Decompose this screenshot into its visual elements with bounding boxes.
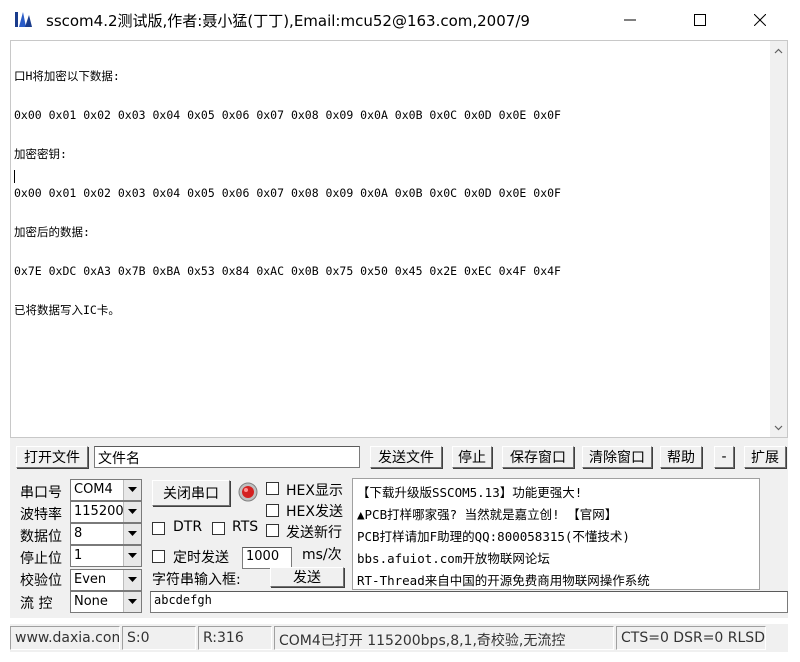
maximize-icon — [694, 14, 706, 26]
chevron-down-icon — [123, 592, 141, 612]
hex-display-label: HEX显示 — [286, 483, 343, 499]
chevron-down-icon — [123, 502, 141, 522]
port-status-led-icon — [238, 482, 258, 502]
baud-label: 波特率 — [20, 507, 62, 523]
databits-value: 8 — [74, 526, 83, 541]
receive-line: 加密后的数据: — [14, 225, 90, 239]
hex-send-label: HEX发送 — [286, 504, 343, 520]
close-icon — [754, 14, 766, 26]
text-cursor — [14, 170, 15, 183]
receive-line: 已将数据写入IC卡。 — [14, 303, 120, 317]
flow-value: None — [74, 594, 108, 609]
close-button[interactable] — [732, 0, 788, 40]
info-line[interactable]: RT-Thread来自中国的开源免费商用物联网操作系统 — [357, 570, 650, 589]
expand-button[interactable]: 扩展 — [744, 446, 786, 468]
hex-send-checkbox[interactable] — [266, 504, 279, 517]
signal-state: CTS=0 DSR=0 RLSD — [616, 626, 766, 650]
string-input-label: 字符串输入框: — [152, 572, 241, 588]
collapse-button[interactable]: - — [714, 446, 734, 468]
flow-label: 流 控 — [20, 596, 53, 612]
window-edge — [788, 40, 800, 662]
send-button[interactable]: 发送 — [270, 567, 344, 587]
title-bar: sscom4.2测试版,作者:聂小猛(丁丁),Email:mcu52@163.c… — [0, 0, 800, 40]
status-bar: www.daxia.com S:0 R:316 COM4已打开 115200bp… — [10, 624, 788, 652]
website-link[interactable]: www.daxia.com — [10, 626, 120, 650]
timed-send-checkbox[interactable] — [152, 550, 165, 563]
stop-button[interactable]: 停止 — [452, 446, 492, 468]
interval-unit-label: ms/次 — [302, 547, 342, 563]
receive-line: 口H将加密以下数据: — [14, 69, 120, 83]
sent-count: S:0 — [122, 626, 196, 650]
send-newline-checkbox[interactable] — [266, 524, 279, 537]
receive-area[interactable]: 口H将加密以下数据: 0x00 0x01 0x02 0x03 0x04 0x05… — [10, 40, 788, 438]
stopbits-label: 停止位 — [20, 551, 62, 567]
stopbits-value: 1 — [74, 548, 83, 563]
received-count: R:316 — [198, 626, 272, 650]
info-line[interactable]: 【下载升级版SSCOM5.13】功能更强大! — [357, 482, 582, 501]
control-panel: 打开文件 文件名 发送文件 停止 保存窗口 清除窗口 帮助 - 扩展 串口号 C… — [10, 438, 788, 618]
receive-text: 口H将加密以下数据: 0x00 0x01 0x02 0x03 0x04 0x05… — [14, 44, 764, 343]
minimize-button[interactable] — [602, 0, 658, 40]
receive-line: 0x7E 0xDC 0xA3 0x7B 0xBA 0x53 0x84 0xAC … — [14, 264, 561, 278]
app-icon — [15, 12, 32, 27]
baud-value: 115200 — [74, 504, 124, 519]
help-button[interactable]: 帮助 — [660, 446, 702, 468]
open-file-button[interactable]: 打开文件 — [16, 446, 88, 468]
info-line[interactable]: bbs.afuiot.com开放物联网论坛 — [357, 548, 550, 567]
info-line[interactable]: ▲PCB打样哪家强? 当然就是嘉立创! 【官网】 — [357, 504, 617, 523]
chevron-down-icon — [123, 524, 141, 544]
filename-field[interactable]: 文件名 — [94, 446, 360, 468]
info-box: 【下载升级版SSCOM5.13】功能更强大! ▲PCB打样哪家强? 当然就是嘉立… — [352, 478, 760, 590]
window-edge — [0, 652, 800, 662]
port-value: COM4 — [74, 482, 113, 497]
baud-select[interactable]: 115200 — [70, 501, 142, 523]
flow-select[interactable]: None — [70, 591, 142, 613]
rts-label: RTS — [232, 519, 259, 535]
dtr-checkbox[interactable] — [152, 522, 165, 535]
stopbits-select[interactable]: 1 — [70, 545, 142, 567]
close-port-button[interactable]: 关闭串口 — [152, 480, 230, 506]
window-title: sscom4.2测试版,作者:聂小猛(丁丁),Email:mcu52@163.c… — [46, 12, 530, 30]
hex-display-checkbox[interactable] — [266, 482, 279, 495]
clear-window-button[interactable]: 清除窗口 — [582, 446, 652, 468]
databits-select[interactable]: 8 — [70, 523, 142, 545]
dtr-label: DTR — [173, 519, 203, 535]
parity-value: Even — [74, 572, 107, 587]
scroll-down-icon[interactable] — [774, 423, 783, 432]
chevron-down-icon — [123, 546, 141, 566]
scroll-up-icon[interactable] — [774, 47, 783, 56]
save-window-button[interactable]: 保存窗口 — [502, 446, 574, 468]
chevron-down-icon — [123, 480, 141, 500]
port-label: 串口号 — [20, 485, 62, 501]
minimize-icon — [624, 19, 636, 21]
info-line[interactable]: PCB打样请加F助理的QQ:800058315(不懂技术) — [357, 526, 630, 545]
send-newline-label: 发送新行 — [286, 525, 342, 541]
interval-input[interactable]: 1000 — [242, 547, 292, 569]
parity-label: 校验位 — [20, 573, 62, 589]
receive-line: 0x00 0x01 0x02 0x03 0x04 0x05 0x06 0x07 … — [14, 186, 561, 200]
port-state: COM4已打开 115200bps,8,1,奇校验,无流控 — [274, 626, 614, 650]
databits-label: 数据位 — [20, 529, 62, 545]
receive-line: 0x00 0x01 0x02 0x03 0x04 0x05 0x06 0x07 … — [14, 108, 561, 122]
rts-checkbox[interactable] — [212, 522, 225, 535]
receive-line: 加密密钥: — [14, 147, 67, 161]
send-text-input[interactable]: abcdefgh — [150, 591, 788, 613]
maximize-button[interactable] — [672, 0, 728, 40]
port-select[interactable]: COM4 — [70, 479, 142, 501]
timed-send-label: 定时发送 — [173, 550, 229, 566]
send-file-button[interactable]: 发送文件 — [370, 446, 442, 468]
parity-select[interactable]: Even — [70, 569, 142, 591]
chevron-down-icon — [123, 570, 141, 590]
vertical-scrollbar[interactable] — [770, 41, 787, 437]
